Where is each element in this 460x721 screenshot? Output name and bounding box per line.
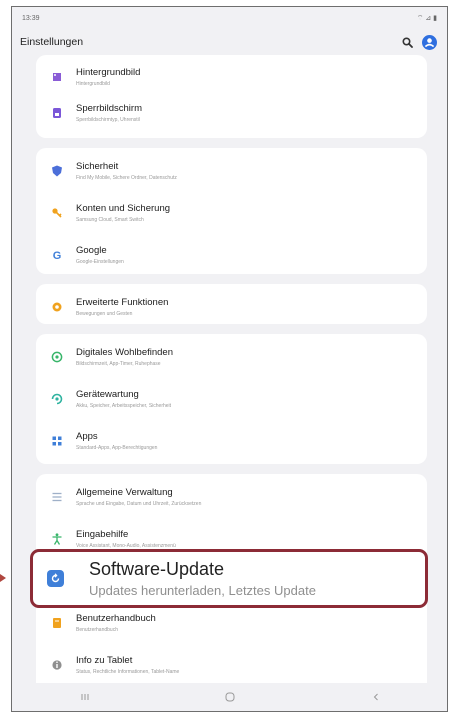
settings-item-title: Info zu Tablet [76,654,133,666]
settings-item-title: Erweiterte Funktionen [76,296,169,308]
apps-icon [50,434,64,448]
settings-item-subtitle: Samsung Cloud, Smart Switch [76,216,144,223]
settings-item-title: Hintergrundbild [76,66,141,78]
settings-item-apps[interactable]: Apps Standard-Apps, App-Berechtigungen [36,419,427,463]
back-icon[interactable] [366,690,386,704]
settings-item-subtitle: Benutzerhandbuch [76,626,118,633]
google-icon: G [50,248,64,262]
settings-item-title: Sicherheit [76,160,119,172]
status-bar: 13:39 ⌔ ⊿ ▮ [12,7,447,29]
settings-item-subtitle: Sperrbildschirmtyp, Uhrenstil [76,116,140,123]
settings-item-title: Apps [76,430,98,442]
shield-icon [50,164,64,178]
profile-icon[interactable] [422,34,437,50]
settings-item-lockscreen[interactable]: Sperrbildschirm Sperrbildschirmtyp, Uhren… [36,91,427,135]
navigation-bar [12,683,447,711]
settings-item-title: Sperrbildschirm [76,102,142,114]
settings-item-title: Allgemeine Verwaltung [76,486,173,498]
status-time: 13:39 [22,14,40,22]
key-icon [50,206,64,220]
settings-item-title: Google [76,244,107,256]
status-indicators: ⌔ ⊿ ▮ [416,14,437,22]
settings-item-google[interactable]: G Google Google-Einstellungen [36,233,427,277]
settings-item-general-management[interactable]: Allgemeine Verwaltung Sprache und Eingabe… [36,475,427,519]
advanced-features-icon [50,300,64,314]
pointer-arrow [0,574,6,582]
info-icon [50,658,64,672]
software-update-subtitle: Updates herunterladen, Letztes Update [89,583,316,598]
general-management-icon [50,490,64,504]
software-update-item[interactable]: Software-Update Updates herunterladen, L… [30,549,428,608]
settings-item-subtitle: Bewegungen und Gesten [76,310,133,317]
wallpaper-icon [50,70,64,84]
settings-item-subtitle: Find My Mobile, Sichere Ordner, Datensch… [76,174,177,181]
wellbeing-icon [50,350,64,364]
app-bar: Einstellungen [12,29,447,55]
settings-item-advanced-features[interactable]: Erweiterte Funktionen Bewegungen und Gest… [36,285,427,329]
settings-item-subtitle: Akku, Speicher, Arbeitsspeicher, Sicherh… [76,402,172,409]
home-icon[interactable] [220,690,240,704]
recents-icon[interactable] [75,690,95,704]
settings-item-subtitle: Google-Einstellungen [76,258,124,265]
accessibility-icon [50,532,64,546]
settings-item-title: Konten und Sicherung [76,202,171,214]
settings-item-shield[interactable]: Sicherheit Find My Mobile, Sichere Ordner… [36,149,427,193]
settings-item-key[interactable]: Konten und Sicherung Samsung Cloud, Smart… [36,191,427,235]
settings-item-subtitle: Bildschirmzeit, App-Timer, Ruhephase [76,360,161,367]
lockscreen-icon [50,106,64,120]
page-title: Einstellungen [20,36,84,48]
settings-item-title: Benutzerhandbuch [76,612,156,624]
settings-item-title: Gerätewartung [76,388,139,400]
settings-item-subtitle: Hintergrundbild [76,80,110,87]
search-icon[interactable] [400,35,414,49]
settings-item-device-care[interactable]: Gerätewartung Akku, Speicher, Arbeitsspei… [36,377,427,421]
settings-item-title: Eingabehilfe [76,528,129,540]
settings-item-subtitle: Standard-Apps, App-Berechtigungen [76,444,158,451]
settings-item-wellbeing[interactable]: Digitales Wohlbefinden Bildschirmzeit, Ap… [36,335,427,379]
settings-item-subtitle: Sprache und Eingabe, Datum und Uhrzeit, … [76,500,202,507]
software-update-title: Software-Update [89,559,225,579]
settings-item-title: Digitales Wohlbefinden [76,346,173,358]
device-care-icon [50,392,64,406]
settings-item-subtitle: Status, Rechtliche Informationen, Tablet… [76,668,180,675]
svg-text:G: G [53,250,62,262]
manual-icon [50,616,64,630]
settings-item-info[interactable]: Info zu Tablet Status, Rechtliche Informa… [36,643,427,687]
software-update-icon [47,570,64,587]
